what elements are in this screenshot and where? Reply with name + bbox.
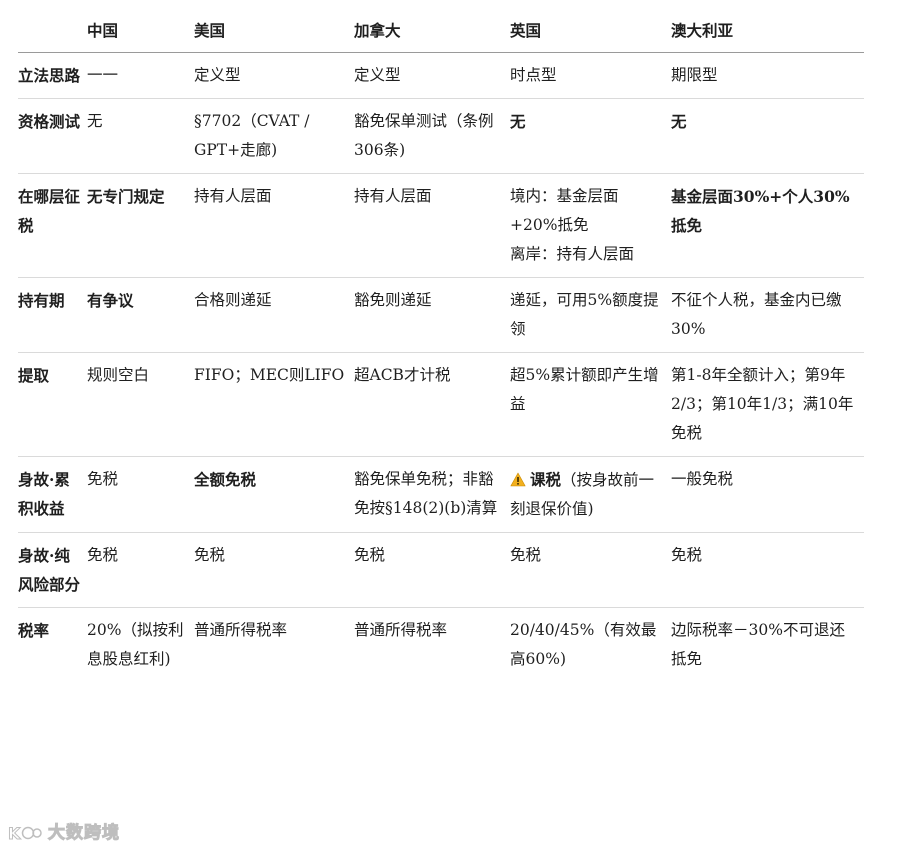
row-label: 立法思路 [18, 66, 81, 85]
cell-china: 免税 [87, 546, 119, 564]
cell-australia: 基金层面30%+个人30%抵免 [671, 187, 850, 235]
cell-usa: 持有人层面 [194, 187, 272, 205]
header-usa: 美国 [194, 21, 226, 40]
table-row: 立法思路 一一 定义型 定义型 时点型 期限型 [18, 53, 864, 99]
cell-china: 无 [87, 112, 103, 130]
cell-uk: 免税 [510, 546, 542, 564]
watermark: K 大数跨境 [8, 819, 120, 847]
cell-usa: 合格则递延 [194, 291, 272, 309]
watermark-text: 大数跨境 [48, 822, 120, 843]
table-row: 在哪层征税 无专门规定 持有人层面 持有人层面 境内：基金层面+20%抵免 离岸：持有人… [18, 174, 864, 278]
svg-text:K: K [8, 824, 21, 843]
cell-australia: 不征个人税，基金内已缴30% [671, 291, 842, 338]
row-label: 资格测试 [18, 112, 81, 131]
cell-canada: 普通所得税率 [354, 621, 448, 639]
cell-canada: 豁免保单测试（条例306条) [354, 112, 494, 159]
cell-china: 规则空白 [87, 366, 150, 384]
cell-usa: 免税 [194, 546, 226, 564]
cell-canada: 定义型 [354, 66, 401, 84]
table-body: 立法思路 一一 定义型 定义型 时点型 期限型 资格测试无 §7702（CVAT / GPT+… [18, 53, 864, 683]
cell-australia: 边际税率－30%不可退还抵免 [671, 621, 845, 668]
cell-uk: 超5%累计额即产生增益 [510, 366, 659, 413]
cell-australia: 一般免税 [671, 470, 734, 488]
header-corner [18, 8, 87, 53]
cell-usa: 全额免税 [194, 470, 257, 489]
cell-china: 一一 [87, 66, 119, 84]
row-label: 持有期 [18, 291, 65, 310]
row-label: 身故·累积收益 [18, 470, 70, 518]
cell-canada: 超ACB才计税 [354, 366, 451, 384]
cell-china: 20%（拟按利息股息红利) [87, 621, 184, 668]
table-row: 提取 规则空白 FIFO；MEC则LIFO 超ACB才计税 超5%累计额即产生增益 第1-… [18, 353, 864, 457]
cell-australia: 第1-8年全额计入；第9年2/3；第10年1/3；满10年免税 [671, 366, 854, 442]
header-canada: 加拿大 [354, 21, 401, 40]
cell-usa: FIFO；MEC则LIFO [194, 366, 345, 384]
cell-uk: 20/40/45%（有效最高60%) [510, 621, 657, 668]
cell-uk: 境内：基金层面+20%抵免 离岸：持有人层面 [510, 187, 635, 263]
table-row: 资格测试无 §7702（CVAT / GPT+走廊) 豁免保单测试（条例306条) 无… [18, 99, 864, 174]
table-header: 中国 美国 加拿大 英国 澳大利亚 [18, 8, 864, 53]
cell-emphasis: 课税 [530, 470, 562, 489]
cell-canada: 持有人层面 [354, 187, 432, 205]
header-china: 中国 [87, 21, 119, 40]
cell-china: 有争议 [87, 291, 134, 310]
row-label: 在哪层征税 [18, 187, 81, 235]
cell-australia: 无 [671, 112, 687, 131]
cell-usa: 定义型 [194, 66, 241, 84]
cell-canada: 豁免保单免税；非豁免按§148(2)(b)清算 [354, 470, 498, 517]
row-label: 提取 [18, 366, 50, 385]
header-uk: 英国 [510, 21, 542, 40]
row-label: 税率 [18, 621, 50, 640]
cell-canada: 豁免则递延 [354, 291, 432, 309]
cell-uk: 时点型 [510, 66, 557, 84]
cell-uk: 递延，可用5%额度提领 [510, 291, 659, 338]
header-australia: 澳大利亚 [671, 21, 734, 40]
table-row: 持有期 有争议 合格则递延 豁免则递延 递延，可用5%额度提领 不征个人税，基金内已缴30… [18, 278, 864, 353]
table-row: 身故·累积收益 免税 全额免税 豁免保单免税；非豁免按§148(2)(b)清算 课税（按… [18, 457, 864, 533]
table-row: 税率 20%（拟按利息股息红利) 普通所得税率 普通所得税率 20/40/45%（有效最… [18, 608, 864, 683]
header-row: 中国 美国 加拿大 英国 澳大利亚 [18, 8, 864, 53]
cell-usa: §7702（CVAT / GPT+走廊) [194, 112, 310, 159]
row-label: 身故·纯风险部分 [18, 546, 81, 594]
cell-canada: 免税 [354, 546, 386, 564]
cell-uk: 无 [510, 112, 526, 131]
cell-uk: 课税（按身故前一刻退保价值) [510, 457, 671, 533]
table-row: 身故·纯风险部分 免税 免税 免税 免税 免税 [18, 533, 864, 608]
cell-usa: 普通所得税率 [194, 621, 288, 639]
warning-icon [510, 472, 526, 487]
cell-china: 无专门规定 [87, 187, 165, 206]
comparison-table: 中国 美国 加拿大 英国 澳大利亚 立法思路 一一 定义型 定义型 时点型 期限型资格测试… [18, 8, 864, 682]
cell-china: 免税 [87, 470, 119, 488]
cell-australia: 免税 [671, 546, 703, 564]
cell-australia: 期限型 [671, 66, 718, 84]
kcc-logo-icon: K [8, 824, 42, 844]
